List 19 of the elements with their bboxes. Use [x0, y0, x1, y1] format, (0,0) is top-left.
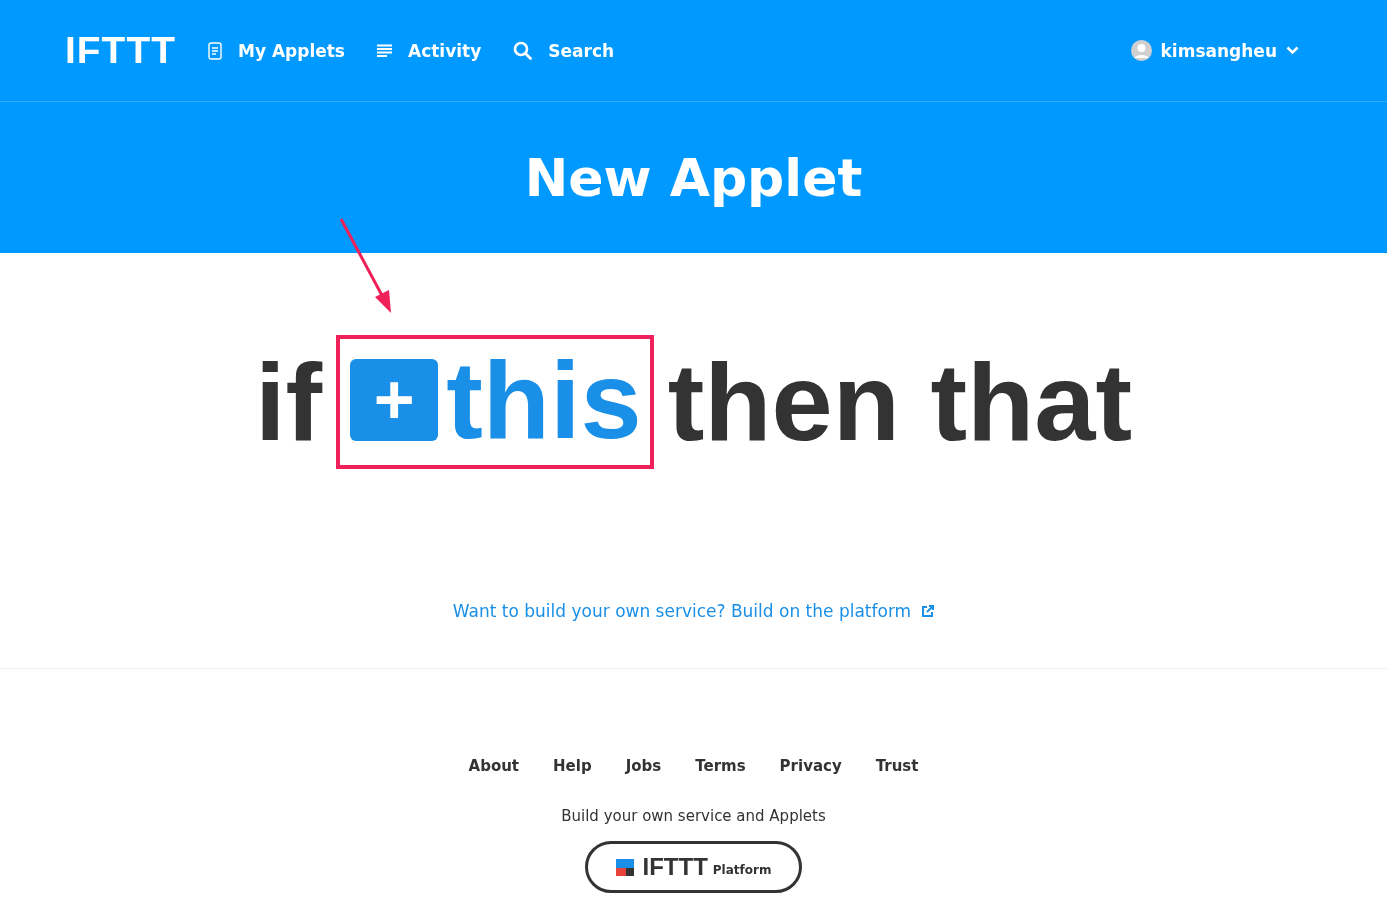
footer-link[interactable]: Jobs [625, 757, 662, 775]
platform-logo-icon [615, 858, 634, 876]
footer-link[interactable]: Help [553, 757, 592, 775]
footer-link[interactable]: Privacy [779, 757, 842, 775]
chevron-down-icon [1286, 46, 1299, 55]
external-link-icon [921, 604, 935, 618]
platform-button[interactable]: IFTTT Platform [584, 841, 803, 893]
footer-link[interactable]: Trust [875, 757, 919, 775]
search-icon [513, 41, 533, 60]
document-icon [207, 41, 222, 60]
platform-link[interactable]: Want to build your own service? Build on the platform [452, 601, 935, 621]
footer-link[interactable]: About [468, 757, 520, 775]
footer-tagline: Build your own service and Applets [561, 807, 826, 825]
footer-link[interactable]: Terms [695, 757, 746, 775]
list-icon [377, 43, 392, 58]
if-word: if [254, 347, 323, 457]
avatar-icon [1130, 40, 1152, 61]
page-title: New Applet [524, 147, 863, 208]
then-that-words: then that [667, 347, 1133, 457]
